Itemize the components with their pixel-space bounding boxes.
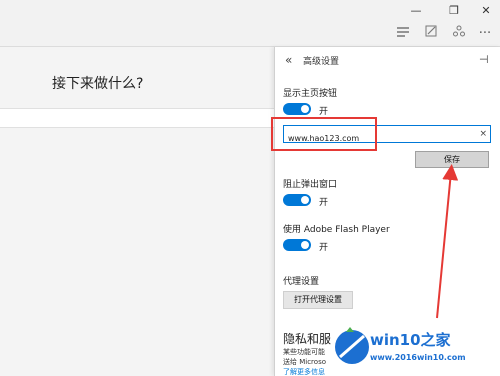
minimize-icon[interactable]: — <box>402 0 430 22</box>
popup-state: 开 <box>319 198 329 208</box>
proxy-label: 代理设置 <box>283 277 320 287</box>
browser-toolbar: ··· <box>0 22 500 47</box>
win10-logo <box>335 327 369 364</box>
restore-icon[interactable]: ❐ <box>440 0 468 22</box>
popup-label: 阻止弹出窗口 <box>283 180 338 190</box>
learn-more-link[interactable]: 了解更多信息 <box>283 367 325 376</box>
web-note-icon[interactable] <box>420 24 442 44</box>
save-button[interactable]: 保存 <box>415 151 489 168</box>
page-heading: 接下来做什么? <box>52 76 144 92</box>
highlight-box <box>271 117 377 151</box>
more-icon[interactable]: ··· <box>474 24 496 44</box>
advanced-settings-panel: « 高级设置 ⊣ 显示主页按钮 开 × 保存 阻止弹出窗口 开 使用 Adobe… <box>274 47 500 376</box>
watermark-brand: win10之家 <box>370 331 451 349</box>
show-home-toggle[interactable] <box>283 103 311 115</box>
clear-icon[interactable]: × <box>479 126 487 142</box>
title-bar: — ❐ ✕ <box>0 0 500 22</box>
panel-title: 高级设置 <box>303 57 340 67</box>
pin-icon[interactable]: ⊣ <box>479 53 489 66</box>
popup-toggle[interactable] <box>283 194 311 206</box>
new-tab-page: 接下来做什么? <box>0 47 274 376</box>
flash-label: 使用 Adobe Flash Player <box>283 225 390 235</box>
watermark-url: www.2016win10.com <box>370 353 466 362</box>
flash-state: 开 <box>319 243 329 253</box>
toggle-knob <box>301 196 309 204</box>
share-icon[interactable] <box>448 24 470 44</box>
back-icon[interactable]: « <box>285 53 292 67</box>
close-icon[interactable]: ✕ <box>472 0 500 22</box>
hub-icon[interactable] <box>392 24 414 44</box>
toggle-knob <box>301 105 309 113</box>
show-home-label: 显示主页按钮 <box>283 89 338 99</box>
open-proxy-settings-button[interactable]: 打开代理设置 <box>283 291 353 309</box>
flash-toggle[interactable] <box>283 239 311 251</box>
show-home-state: 开 <box>319 107 329 117</box>
privacy-section-title: 隐私和服 <box>283 332 332 346</box>
toggle-knob <box>301 241 309 249</box>
search-strip[interactable] <box>0 108 274 128</box>
